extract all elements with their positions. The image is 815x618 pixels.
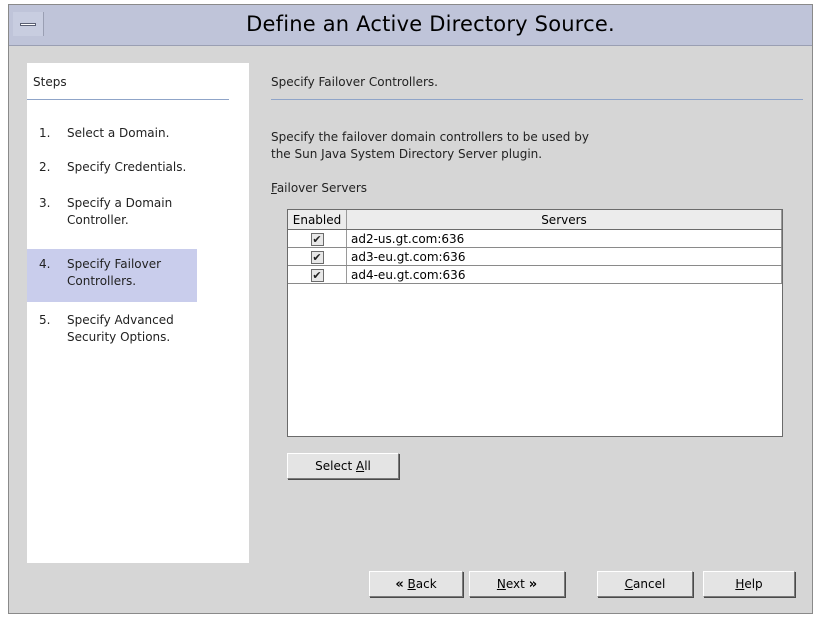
step-label: Specify a Domain Controller. (67, 196, 173, 227)
step-number: 3. (39, 196, 51, 210)
mnemonic-letter: B (407, 577, 416, 591)
title-bar: Define an Active Directory Source. (9, 5, 812, 46)
server-cell[interactable]: ad3-eu.gt.com:636 (346, 247, 782, 266)
button-label: Select (315, 459, 356, 473)
dialog-window: Define an Active Directory Source. Steps… (8, 4, 813, 614)
enabled-checkbox[interactable]: ✔ (310, 232, 324, 246)
window-menu-button[interactable] (13, 12, 44, 36)
server-cell[interactable]: ad2-us.gt.com:636 (346, 229, 782, 248)
button-label: elp (744, 577, 763, 591)
step-label: Specify Advanced Security Options. (67, 313, 174, 344)
step-specify-domain-controller[interactable]: 3. Specify a Domain Controller. (27, 189, 197, 235)
step-advanced-security-options[interactable]: 5. Specify Advanced Security Options. (27, 306, 197, 352)
label-text: ailover Servers (276, 181, 368, 195)
instructions-line: Specify the failover domain controllers … (271, 130, 589, 144)
instructions-text: Specify the failover domain controllers … (271, 129, 751, 163)
mnemonic-letter: C (624, 577, 634, 591)
table-row[interactable]: ✔ ad3-eu.gt.com:636 (288, 247, 782, 266)
step-number: 1. (39, 126, 51, 140)
select-all-button[interactable]: Select All (287, 453, 399, 479)
main-panel: Specify Failover Controllers. Specify th… (271, 63, 803, 563)
button-label: ext (505, 577, 525, 591)
mnemonic-letter: H (735, 577, 745, 591)
enabled-checkbox[interactable]: ✔ (310, 250, 324, 264)
button-label: ancel (633, 577, 666, 591)
step-number: 4. (39, 257, 51, 271)
column-header-enabled[interactable]: Enabled (288, 210, 347, 230)
step-specify-credentials[interactable]: 2. Specify Credentials. (27, 153, 197, 182)
steps-header: Steps (27, 75, 229, 100)
steps-panel: Steps 1. Select a Domain. 2. Specify Cre… (27, 63, 249, 563)
chevron-right-icon: » (528, 577, 538, 592)
server-cell[interactable]: ad4-eu.gt.com:636 (346, 265, 782, 284)
back-button[interactable]: « Back (369, 571, 463, 597)
minimize-icon (20, 23, 36, 26)
help-button[interactable]: Help (703, 571, 795, 597)
enabled-checkbox[interactable]: ✔ (310, 268, 324, 282)
button-label: ack (415, 577, 437, 591)
failover-servers-label: Failover Servers (271, 181, 367, 195)
mnemonic-letter: N (496, 577, 506, 591)
window-title: Define an Active Directory Source. (246, 12, 615, 36)
column-header-servers[interactable]: Servers (346, 210, 782, 230)
step-label: Specify Failover Controllers. (67, 257, 162, 288)
table-row[interactable]: ✔ ad2-us.gt.com:636 (288, 229, 782, 248)
failover-servers-table[interactable]: Enabled Servers ✔ ad2-us.gt.com:636 ✔ ad… (287, 209, 783, 437)
button-label: ll (364, 459, 371, 473)
step-label: Select a Domain. (67, 126, 170, 140)
step-number: 2. (39, 160, 51, 174)
table-header-row: Enabled Servers (288, 210, 782, 230)
step-number: 5. (39, 313, 51, 327)
step-select-domain[interactable]: 1. Select a Domain. (27, 119, 197, 148)
instructions-line: the Sun Java System Directory Server plu… (271, 147, 543, 161)
chevron-left-icon: « (395, 577, 404, 592)
enabled-cell: ✔ (288, 229, 347, 248)
table-row[interactable]: ✔ ad4-eu.gt.com:636 (288, 265, 782, 284)
cancel-button[interactable]: Cancel (597, 571, 693, 597)
mnemonic-letter: A (355, 459, 365, 473)
step-label: Specify Credentials. (67, 160, 187, 174)
page-title: Specify Failover Controllers. (271, 75, 803, 100)
enabled-cell: ✔ (288, 265, 347, 284)
enabled-cell: ✔ (288, 247, 347, 266)
step-specify-failover-controllers[interactable]: 4. Specify Failover Controllers. (27, 249, 197, 302)
next-button[interactable]: Next » (469, 571, 565, 597)
